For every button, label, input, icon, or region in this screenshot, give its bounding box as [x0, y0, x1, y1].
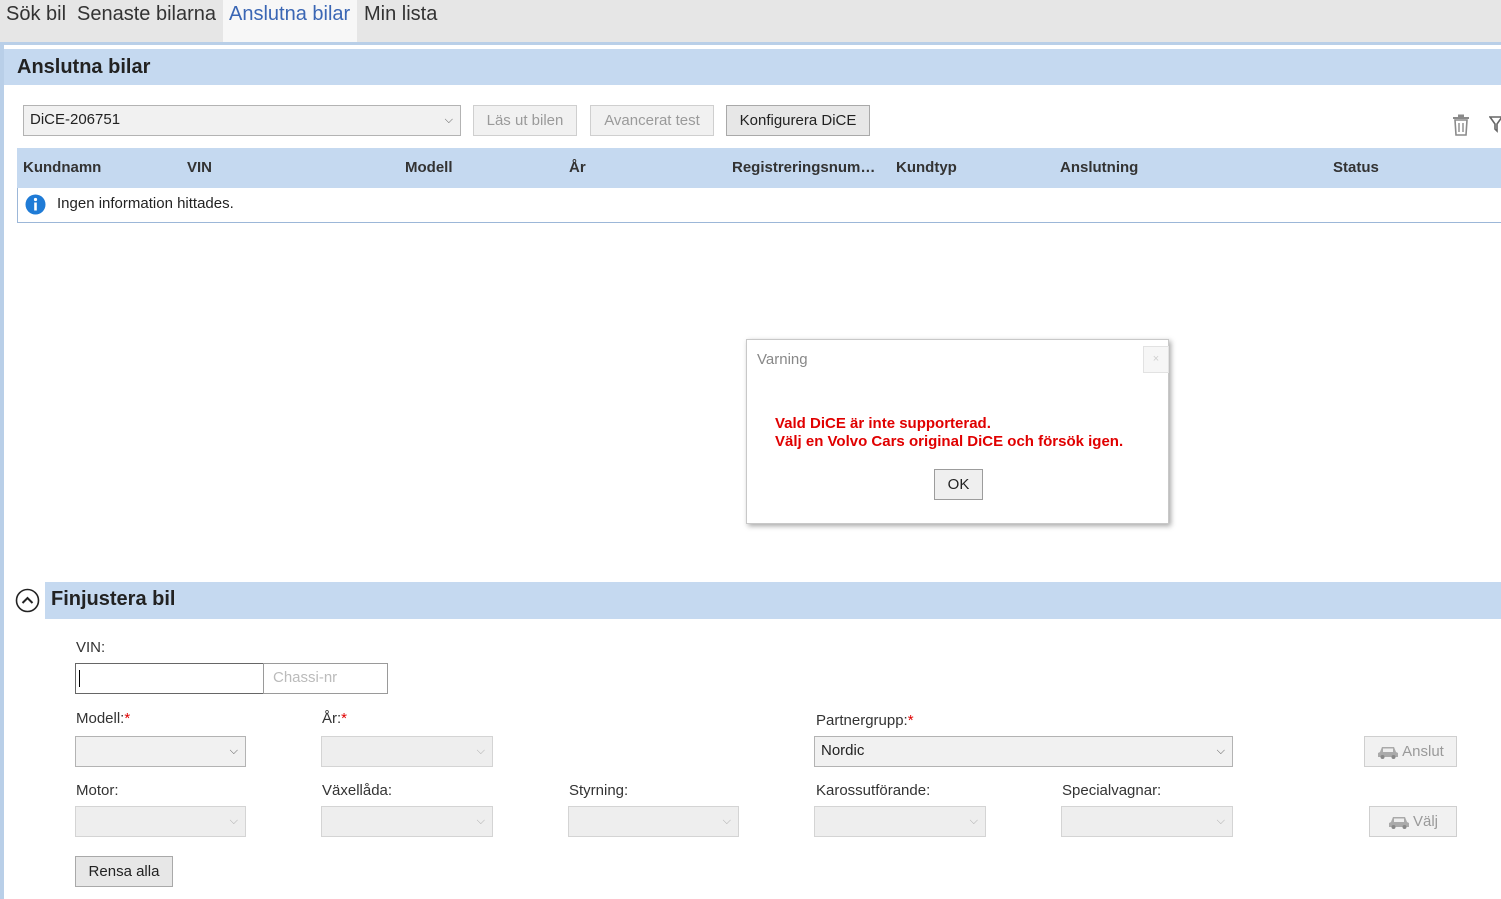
page-title: Anslutna bilar: [17, 56, 151, 78]
column-header[interactable]: VIN: [187, 159, 212, 176]
finetune-header: Finjustera bil: [45, 582, 1501, 619]
collapse-icon[interactable]: [15, 588, 40, 613]
required-mark: *: [124, 710, 131, 727]
chevron-down-icon: ⌵: [1216, 745, 1225, 757]
close-icon[interactable]: ×: [1143, 346, 1169, 373]
year-label-text: År:: [322, 710, 342, 727]
configure-dice-button[interactable]: Konfigurera DiCE: [726, 105, 870, 136]
model-label: Modell:*: [76, 710, 130, 727]
warning-message-line1: Vald DiCE är inte supporterad.: [775, 415, 991, 432]
warning-message-line2: Välj en Volvo Cars original DiCE och för…: [775, 433, 1124, 450]
steering-label: Styrning:: [569, 782, 629, 799]
special-vehicles-label: Specialvagnar:: [1062, 782, 1162, 799]
tab-sok-bil[interactable]: Sök bil: [0, 0, 73, 42]
top-tab-bar: Sök bil Senaste bilarna Anslutna bilar M…: [0, 0, 1501, 42]
left-border: [0, 45, 4, 899]
trash-icon[interactable]: [1451, 114, 1471, 136]
connect-label: Anslut: [1402, 743, 1444, 760]
column-header[interactable]: Anslutning: [1060, 159, 1138, 176]
dice-select[interactable]: DiCE-206751 ⌵: [23, 105, 461, 136]
partner-group-value: Nordic: [821, 742, 865, 759]
chevron-down-icon: ⌵: [476, 745, 485, 757]
advanced-test-button[interactable]: Avancerat test: [590, 105, 714, 136]
table-header: Kundnamn VIN Modell År Registreringsnum……: [17, 148, 1501, 188]
column-header[interactable]: Kundnamn: [23, 159, 101, 176]
text-cursor: [79, 670, 80, 687]
column-header[interactable]: År: [569, 159, 586, 176]
choose-button[interactable]: Välj: [1369, 806, 1457, 837]
partner-group-select[interactable]: Nordic ⌵: [814, 736, 1233, 767]
steering-select[interactable]: ⌵: [568, 806, 739, 837]
tab-senaste-bilarna[interactable]: Senaste bilarna: [71, 0, 222, 42]
column-header[interactable]: Modell: [405, 159, 453, 176]
car-icon: [1378, 747, 1399, 760]
partner-group-label: Partnergrupp:*: [816, 712, 914, 729]
chevron-down-icon: ⌵: [1216, 815, 1225, 827]
special-vehicles-select[interactable]: ⌵: [1061, 806, 1233, 837]
partner-label-text: Partnergrupp:: [816, 712, 908, 729]
gearbox-select[interactable]: ⌵: [321, 806, 493, 837]
read-car-button[interactable]: Läs ut bilen: [473, 105, 577, 136]
chassis-input[interactable]: Chassi-nr: [263, 663, 388, 694]
chassis-placeholder: Chassi-nr: [273, 669, 338, 686]
body-style-label: Karossutförande:: [816, 782, 931, 799]
body-style-select[interactable]: ⌵: [814, 806, 986, 837]
car-icon: [1388, 817, 1409, 830]
tab-min-lista[interactable]: Min lista: [358, 0, 445, 42]
vin-label: VIN:: [76, 639, 106, 656]
table-row: Ingen information hittades.: [17, 188, 1501, 223]
chevron-down-icon: ⌵: [444, 114, 453, 126]
gearbox-label: Växellåda:: [322, 782, 393, 799]
vin-input[interactable]: [75, 663, 264, 694]
engine-select[interactable]: ⌵: [75, 806, 246, 837]
connect-button[interactable]: Anslut: [1364, 736, 1457, 767]
chevron-down-icon: ⌵: [476, 815, 485, 827]
chevron-down-icon: ⌵: [969, 815, 978, 827]
required-mark: *: [907, 712, 914, 729]
year-label: År:*: [322, 710, 347, 727]
tab-anslutna-bilar[interactable]: Anslutna bilar: [223, 0, 357, 42]
year-select[interactable]: ⌵: [321, 736, 493, 767]
warning-dialog: Varning × Vald DiCE är inte supporterad.…: [746, 339, 1169, 524]
finetune-title: Finjustera bil: [51, 588, 176, 610]
chevron-down-icon: ⌵: [229, 815, 238, 827]
ok-button[interactable]: OK: [934, 469, 983, 500]
dice-select-value: DiCE-206751: [30, 111, 121, 128]
connected-cars-header: Anslutna bilar: [4, 49, 1501, 85]
tab-underline: [0, 42, 1501, 45]
chevron-down-icon: ⌵: [229, 745, 238, 757]
model-select[interactable]: ⌵: [75, 736, 246, 767]
column-header[interactable]: Status: [1333, 159, 1379, 176]
clear-all-button[interactable]: Rensa alla: [75, 856, 173, 887]
empty-message: Ingen information hittades.: [57, 195, 234, 212]
engine-label: Motor:: [76, 782, 119, 799]
info-icon: [25, 194, 46, 215]
required-mark: *: [341, 710, 348, 727]
filter-icon[interactable]: [1489, 114, 1501, 134]
choose-label: Välj: [1412, 813, 1438, 830]
dialog-title: Varning: [757, 351, 808, 368]
column-header[interactable]: Kundtyp: [896, 159, 957, 176]
column-header[interactable]: Registreringsnum…: [732, 159, 875, 176]
model-label-text: Modell:: [76, 710, 125, 727]
chevron-down-icon: ⌵: [722, 815, 731, 827]
